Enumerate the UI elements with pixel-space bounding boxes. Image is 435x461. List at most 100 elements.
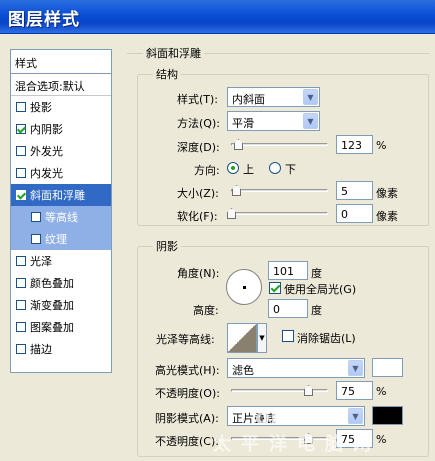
chevron-down-icon: ▼	[303, 89, 318, 105]
highlight-opacity-track[interactable]	[231, 389, 328, 392]
shadow-mode-select[interactable]: 正片叠底 ▼	[227, 406, 365, 426]
title-bar: 图层样式	[0, 0, 435, 34]
highlight-color-swatch[interactable]	[372, 358, 403, 377]
shadow-opacity-unit: %	[376, 433, 387, 446]
style-checkbox[interactable]	[16, 344, 26, 354]
gloss-contour-preview[interactable]	[227, 323, 257, 353]
style-item-label: 等高线	[45, 211, 78, 224]
style-item[interactable]: 渐变叠加	[11, 294, 111, 316]
style-label: 样式(T):	[177, 93, 219, 106]
style-item-label: 图案叠加	[30, 321, 74, 334]
altitude-input[interactable]: 0	[268, 299, 308, 318]
depth-input[interactable]: 123	[336, 135, 373, 154]
soften-slider-track[interactable]	[231, 212, 328, 215]
soften-unit: 像素	[376, 210, 398, 223]
direction-up-label: 上	[243, 163, 254, 176]
highlight-mode-label: 高光模式(H):	[155, 364, 220, 377]
style-checkbox[interactable]	[31, 212, 41, 222]
depth-slider-track[interactable]	[231, 143, 328, 146]
style-item[interactable]: 颜色叠加	[11, 272, 111, 294]
style-item-label: 描边	[30, 343, 52, 356]
style-item-label: 内阴影	[30, 123, 63, 136]
style-item-label: 光泽	[30, 255, 52, 268]
highlight-opacity-input[interactable]: 75	[336, 381, 373, 400]
style-checkbox[interactable]	[16, 190, 26, 200]
style-checkbox[interactable]	[16, 256, 26, 266]
highlight-opacity-label: 不透明度(O):	[155, 387, 220, 400]
chevron-down-icon: ▼	[303, 113, 318, 129]
angle-unit: 度	[311, 267, 322, 280]
style-item[interactable]: 投影	[11, 96, 111, 118]
direction-down-label: 下	[285, 163, 296, 176]
altitude-unit: 度	[311, 304, 322, 317]
style-item[interactable]: 图案叠加	[11, 316, 111, 338]
shadow-opacity-input[interactable]: 75	[336, 429, 373, 448]
style-item-label: 内发光	[30, 167, 63, 180]
technique-select[interactable]: 平滑 ▼	[227, 111, 320, 131]
window-title: 图层样式	[8, 10, 80, 30]
altitude-label: 高度:	[193, 304, 219, 317]
style-item-label: 斜面和浮雕	[30, 189, 85, 202]
style-checkbox[interactable]	[16, 300, 26, 310]
angle-label: 角度(N):	[177, 267, 220, 280]
style-checkbox[interactable]	[16, 278, 26, 288]
style-checkbox[interactable]	[16, 168, 26, 178]
style-item[interactable]: 纹理	[11, 228, 111, 250]
soften-input[interactable]: 0	[336, 204, 373, 223]
style-item[interactable]: 光泽	[11, 250, 111, 272]
technique-value: 平滑	[232, 117, 254, 130]
angle-input[interactable]: 101	[268, 261, 308, 280]
anti-alias-label: 消除锯齿(L)	[297, 332, 356, 345]
anti-alias-checkbox[interactable]	[282, 330, 294, 342]
soften-label: 软化(F):	[177, 210, 218, 223]
style-item-label: 颜色叠加	[30, 277, 74, 290]
styles-header[interactable]: 样式	[11, 50, 111, 74]
shadow-color-swatch[interactable]	[372, 406, 403, 425]
style-item[interactable]: 内发光	[11, 162, 111, 184]
shadow-mode-value: 正片叠底	[232, 412, 276, 425]
highlight-opacity-unit: %	[376, 385, 387, 398]
size-unit: 像素	[376, 187, 398, 200]
direction-up-radio[interactable]	[227, 162, 239, 174]
chevron-down-icon: ▼	[348, 360, 363, 376]
shadow-opacity-label: 不透明度(C):	[155, 435, 219, 448]
gloss-contour-label: 光泽等高线:	[156, 333, 215, 346]
global-light-label: 使用全局光(G)	[284, 283, 357, 296]
style-item[interactable]: 外发光	[11, 140, 111, 162]
styles-list: 样式 混合选项:默认 投影内阴影外发光内发光斜面和浮雕等高线纹理光泽颜色叠加渐变…	[10, 49, 112, 373]
highlight-mode-select[interactable]: 滤色 ▼	[227, 358, 365, 378]
structure-title: 结构	[153, 66, 181, 82]
style-item-label: 纹理	[45, 233, 67, 246]
style-item[interactable]: 斜面和浮雕	[11, 184, 111, 206]
style-item[interactable]: 等高线	[11, 206, 111, 228]
style-value: 内斜面	[232, 93, 265, 106]
size-slider-track[interactable]	[231, 189, 328, 192]
angle-dial[interactable]	[226, 269, 262, 305]
global-light-checkbox[interactable]	[269, 282, 281, 294]
size-label: 大小(Z):	[177, 187, 219, 200]
style-item-label: 投影	[30, 101, 52, 114]
style-checkbox[interactable]	[16, 322, 26, 332]
highlight-mode-value: 滤色	[232, 364, 254, 377]
depth-unit: %	[376, 139, 387, 152]
blending-options-item[interactable]: 混合选项:默认	[11, 74, 111, 96]
chevron-down-icon: ▼	[348, 408, 363, 424]
style-checkbox[interactable]	[16, 102, 26, 112]
direction-down-radio[interactable]	[269, 162, 281, 174]
depth-label: 深度(D):	[177, 141, 220, 154]
style-item-label: 外发光	[30, 145, 63, 158]
style-checkbox[interactable]	[31, 234, 41, 244]
bevel-section-title: 斜面和浮雕	[143, 45, 204, 61]
technique-label: 方法(Q):	[177, 117, 220, 130]
style-select[interactable]: 内斜面 ▼	[227, 87, 320, 107]
style-checkbox[interactable]	[16, 124, 26, 134]
shadow-mode-label: 阴影模式(A):	[155, 412, 219, 425]
size-input[interactable]: 5	[336, 181, 373, 200]
style-item-label: 渐变叠加	[30, 299, 74, 312]
direction-label: 方向:	[194, 164, 220, 177]
style-item[interactable]: 描边	[11, 338, 111, 360]
style-checkbox[interactable]	[16, 146, 26, 156]
style-item[interactable]: 内阴影	[11, 118, 111, 140]
shadow-opacity-track[interactable]	[231, 437, 328, 440]
chevron-down-icon[interactable]: ▼	[257, 323, 267, 353]
